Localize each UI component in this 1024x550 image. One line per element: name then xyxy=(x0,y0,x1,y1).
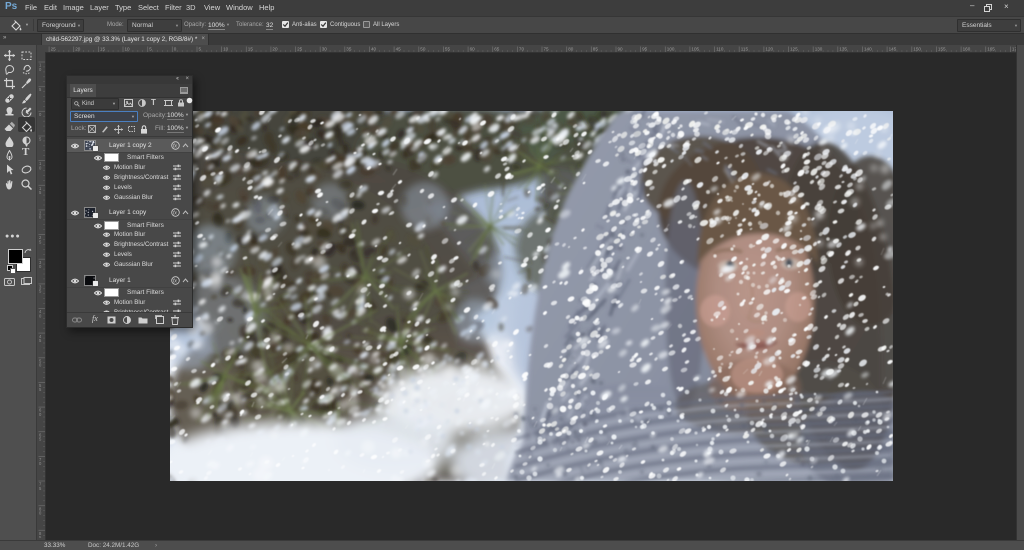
svg-text:0: 0 xyxy=(39,67,42,72)
svg-text:90: 90 xyxy=(618,47,624,52)
svg-text:0: 0 xyxy=(39,112,42,117)
svg-text:25: 25 xyxy=(51,47,57,52)
svg-text:70: 70 xyxy=(519,47,525,52)
svg-text:5: 5 xyxy=(39,387,42,392)
svg-text:150: 150 xyxy=(913,47,921,52)
svg-text:5: 5 xyxy=(39,437,42,442)
svg-text:30: 30 xyxy=(322,47,328,52)
svg-text:130: 130 xyxy=(815,47,823,52)
svg-text:95: 95 xyxy=(642,47,648,52)
svg-text:5: 5 xyxy=(39,239,42,244)
svg-text:110: 110 xyxy=(716,47,724,52)
svg-text:145: 145 xyxy=(889,47,897,52)
svg-text:50: 50 xyxy=(420,47,426,52)
svg-text:10: 10 xyxy=(223,47,229,52)
svg-text:15: 15 xyxy=(248,47,254,52)
svg-text:75: 75 xyxy=(544,47,550,52)
svg-text:0: 0 xyxy=(39,363,42,368)
svg-text:fx: fx xyxy=(173,278,177,284)
svg-text:55: 55 xyxy=(445,47,451,52)
svg-text:0: 0 xyxy=(39,511,42,516)
svg-text:105: 105 xyxy=(691,47,699,52)
svg-text:fx: fx xyxy=(173,210,177,216)
svg-text:0: 0 xyxy=(39,461,42,466)
svg-text:25: 25 xyxy=(297,47,303,52)
svg-text:fx: fx xyxy=(173,143,177,149)
svg-text:15: 15 xyxy=(100,47,106,52)
svg-text:0: 0 xyxy=(39,165,42,170)
svg-text:10: 10 xyxy=(125,47,131,52)
svg-text:80: 80 xyxy=(568,47,574,52)
svg-text:5: 5 xyxy=(39,486,42,491)
svg-text:5: 5 xyxy=(149,47,152,52)
svg-text:160: 160 xyxy=(963,47,971,52)
svg-text:5: 5 xyxy=(39,190,42,195)
svg-text:155: 155 xyxy=(938,47,946,52)
svg-text:5: 5 xyxy=(39,338,42,343)
svg-text:45: 45 xyxy=(396,47,402,52)
svg-text:5: 5 xyxy=(199,47,202,52)
svg-text:140: 140 xyxy=(864,47,872,52)
svg-text:65: 65 xyxy=(494,47,500,52)
svg-text:0: 0 xyxy=(174,47,177,52)
svg-text:100: 100 xyxy=(667,47,675,52)
svg-text:5: 5 xyxy=(39,87,42,92)
svg-text:120: 120 xyxy=(765,47,773,52)
svg-text:5: 5 xyxy=(39,137,42,142)
svg-text:85: 85 xyxy=(593,47,599,52)
svg-text:20: 20 xyxy=(75,47,81,52)
svg-text:5: 5 xyxy=(39,289,42,294)
svg-text:0: 0 xyxy=(39,264,42,269)
svg-text:35: 35 xyxy=(346,47,352,52)
svg-text:0: 0 xyxy=(39,215,42,220)
svg-text:165: 165 xyxy=(987,47,995,52)
svg-text:125: 125 xyxy=(790,47,798,52)
svg-text:60: 60 xyxy=(470,47,476,52)
svg-text:115: 115 xyxy=(741,47,749,52)
svg-text:40: 40 xyxy=(371,47,377,52)
svg-text:0: 0 xyxy=(39,313,42,318)
svg-text:135: 135 xyxy=(839,47,847,52)
svg-text:5: 5 xyxy=(39,535,42,538)
svg-text:20: 20 xyxy=(272,47,278,52)
svg-text:0: 0 xyxy=(39,412,42,417)
svg-text:170: 170 xyxy=(1012,47,1016,52)
